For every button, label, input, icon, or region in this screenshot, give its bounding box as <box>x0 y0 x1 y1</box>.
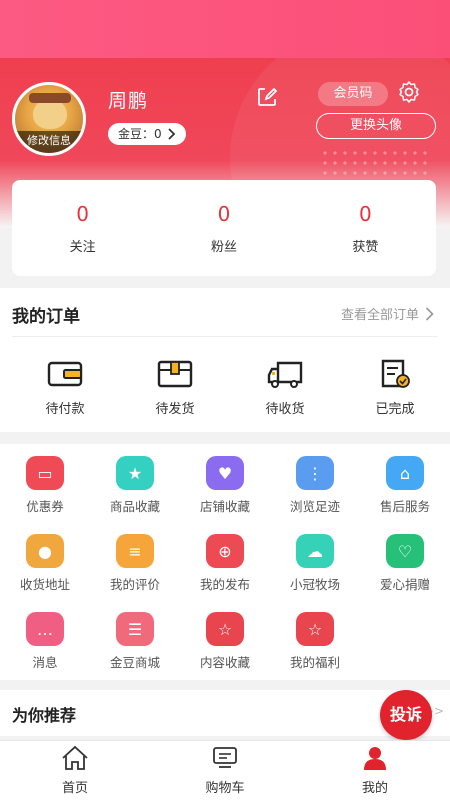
sheep-icon: ☁ <box>296 534 334 568</box>
home-icon <box>62 745 88 770</box>
service-browse-history[interactable]: ⋮ 浏览足迹 <box>270 456 360 515</box>
service-label: 我的福利 <box>289 655 340 670</box>
service-label: 小冠牧场 <box>289 577 340 592</box>
location-icon: ● <box>26 534 64 568</box>
service-label: 我的发布 <box>199 577 250 592</box>
tab-label: 首页 <box>61 781 88 796</box>
stat-label: 关注 <box>69 239 96 255</box>
orders-section: 我的订单 查看全部订单 待付款 待发货 待收货 已完成 <box>0 288 450 432</box>
service-welfare[interactable]: ☆ 我的福利 <box>270 612 360 671</box>
service-label: 爱心捐赠 <box>379 577 430 592</box>
heart-icon: ♥ <box>206 456 244 490</box>
service-shipping-address[interactable]: ● 收货地址 <box>0 534 90 593</box>
stat-likes[interactable]: 0 获赞 <box>295 180 436 276</box>
stat-value: 0 <box>76 201 90 226</box>
completed-icon <box>381 359 410 388</box>
message-icon: … <box>26 612 64 646</box>
coins-icon: ☰ <box>116 612 154 646</box>
gold-bean-label: 金豆：0 <box>118 127 162 141</box>
home-service-icon: ⌂ <box>386 456 424 490</box>
service-label: 收货地址 <box>19 577 70 592</box>
tab-profile[interactable]: 我的 <box>300 741 450 800</box>
avatar-edit-label[interactable]: 修改信息 <box>15 131 83 153</box>
service-bean-mall[interactable]: ☰ 金豆商城 <box>90 612 180 671</box>
order-label: 已完成 <box>375 402 415 417</box>
gold-bean-balance[interactable]: 金豆：0 <box>108 123 186 145</box>
tab-label: 我的 <box>361 781 388 796</box>
stat-followers[interactable]: 0 粉丝 <box>153 180 294 276</box>
order-pending-payment[interactable]: 待付款 <box>10 358 120 417</box>
order-pending-shipment[interactable]: 待发货 <box>120 358 230 417</box>
divider <box>12 336 438 337</box>
stat-following[interactable]: 0 关注 <box>12 180 153 276</box>
order-label: 待收货 <box>265 402 305 417</box>
order-pending-receipt[interactable]: 待收货 <box>230 358 340 417</box>
status-bar <box>0 0 450 58</box>
star-icon: ★ <box>116 456 154 490</box>
stat-value: 0 <box>358 201 372 226</box>
stat-label: 粉丝 <box>210 239 237 255</box>
donate-icon: ♡ <box>386 534 424 568</box>
view-all-orders-link[interactable]: 查看全部订单 <box>341 304 434 323</box>
footprint-icon: ⋮ <box>296 456 334 490</box>
service-label: 浏览足迹 <box>289 499 340 514</box>
service-coupons[interactable]: ▭ 优惠券 <box>0 456 90 515</box>
avatar-character <box>33 99 67 129</box>
service-after-sales[interactable]: ⌂ 售后服务 <box>360 456 450 515</box>
truck-icon <box>267 361 303 388</box>
content-fav-icon: ☆ <box>206 612 244 646</box>
wallet-icon <box>47 361 83 387</box>
service-label: 商品收藏 <box>109 499 160 514</box>
publish-icon: ⊕ <box>206 534 244 568</box>
box-icon <box>157 360 193 388</box>
service-label: 消息 <box>32 655 58 670</box>
service-my-posts[interactable]: ⊕ 我的发布 <box>180 534 270 593</box>
profile-icon <box>364 747 386 770</box>
service-label: 内容收藏 <box>199 655 250 670</box>
comment-icon: ≡ <box>116 534 154 568</box>
service-content-favorites[interactable]: ☆ 内容收藏 <box>180 612 270 671</box>
order-label: 待发货 <box>155 402 195 417</box>
service-label: 店铺收藏 <box>199 499 250 514</box>
coupon-icon: ▭ <box>26 456 64 490</box>
view-all-orders-label: 查看全部订单 <box>340 308 419 323</box>
service-product-favorites[interactable]: ★ 商品收藏 <box>90 456 180 515</box>
chevron-right-icon <box>168 128 175 140</box>
service-label: 优惠券 <box>26 499 64 514</box>
order-label: 待付款 <box>45 402 85 417</box>
service-ranch[interactable]: ☁ 小冠牧场 <box>270 534 360 593</box>
tab-cart[interactable]: 购物车 <box>150 741 300 800</box>
stat-value: 0 <box>217 201 231 226</box>
tab-home[interactable]: 首页 <box>0 741 150 800</box>
member-code-button[interactable]: 会员码 <box>318 82 388 106</box>
edit-profile-icon[interactable] <box>256 86 278 108</box>
service-donation[interactable]: ♡ 爱心捐赠 <box>360 534 450 593</box>
orders-title: 我的订单 <box>12 307 80 327</box>
service-label: 售后服务 <box>379 499 430 514</box>
service-label: 金豆商城 <box>109 655 160 670</box>
order-completed[interactable]: 已完成 <box>340 358 450 417</box>
username: 周鹏 <box>108 90 149 112</box>
recommend-title: 为你推荐 <box>12 706 77 725</box>
service-my-reviews[interactable]: ≡ 我的评价 <box>90 534 180 593</box>
gear-icon[interactable] <box>397 80 421 104</box>
cart-icon <box>213 747 237 768</box>
service-label: 我的评价 <box>109 577 160 592</box>
services-grid: ▭ 优惠券 ★ 商品收藏 ♥ 店铺收藏 ⋮ 浏览足迹 ⌂ 售后服务 ● 收货地址… <box>0 444 450 680</box>
bottom-tab-bar: 首页 购物车 我的 <box>0 740 450 800</box>
avatar-hat <box>29 93 71 103</box>
stat-label: 获赞 <box>352 239 379 255</box>
complaint-button[interactable]: 投诉 <box>380 690 432 740</box>
service-messages[interactable]: … 消息 <box>0 612 90 671</box>
tab-label: 购物车 <box>205 781 245 796</box>
change-avatar-button[interactable]: 更换头像 <box>316 113 436 139</box>
avatar[interactable]: 修改信息 <box>12 82 86 156</box>
welfare-icon: ☆ <box>296 612 334 646</box>
service-store-favorites[interactable]: ♥ 店铺收藏 <box>180 456 270 515</box>
stats-card: 0 关注 0 粉丝 0 获赞 <box>12 180 436 276</box>
chevron-right-icon <box>425 306 434 321</box>
